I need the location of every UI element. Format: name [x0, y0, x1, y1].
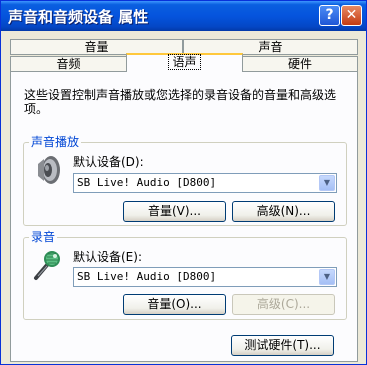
- playback-device-value: SB Live! Audio [D800]: [77, 176, 217, 189]
- close-button[interactable]: ✕: [341, 5, 362, 26]
- playback-group-title: 声音播放: [29, 135, 82, 149]
- tab-audio[interactable]: 音频: [10, 56, 127, 72]
- recording-device-label: 默认设备(E):: [73, 250, 142, 264]
- recording-device-select[interactable]: SB Live! Audio [D800] ▼: [73, 267, 337, 287]
- microphone-icon: [34, 251, 60, 280]
- voice-tab-panel: 这些设置控制声音播放或您选择的录音设备的音量和高级选项。 声音播放 默认设备(D…: [10, 71, 358, 362]
- recording-group-title: 录音: [29, 230, 58, 244]
- chevron-down-icon: ▼: [323, 272, 331, 281]
- test-hardware-button[interactable]: 测试硬件(T)...: [231, 335, 334, 356]
- title-bar[interactable]: 声音和音频设备 属性 ? ✕: [1, 1, 366, 31]
- tab-voice-label: 语声: [168, 54, 201, 70]
- help-button[interactable]: ?: [319, 5, 340, 26]
- tab-sounds-label: 声音: [258, 40, 283, 54]
- speaker-icon: [38, 156, 60, 184]
- tab-hardware-label: 硬件: [287, 57, 312, 71]
- recording-group: 录音 默认设备(E): SB Live! Audio [D800] ▼ 音量(O…: [23, 230, 347, 320]
- playback-dropdown-button[interactable]: ▼: [319, 175, 335, 191]
- tab-hardware[interactable]: 硬件: [242, 56, 358, 72]
- recording-device-value: SB Live! Audio [D800]: [77, 270, 217, 283]
- tab-voice[interactable]: 语声: [126, 53, 243, 72]
- recording-dropdown-button[interactable]: ▼: [319, 269, 335, 285]
- playback-device-select[interactable]: SB Live! Audio [D800] ▼: [73, 173, 337, 193]
- properties-window: 声音和音频设备 属性 ? ✕ 音量 声音 音频 语声 硬件 这些设置控制声音播放…: [0, 0, 367, 365]
- close-icon: ✕: [345, 7, 358, 23]
- help-icon: ?: [325, 7, 334, 23]
- recording-advanced-button: 高级(C)...: [232, 294, 335, 315]
- tab-audio-label: 音频: [56, 57, 81, 71]
- description-text: 这些设置控制声音播放或您选择的录音设备的音量和高级选项。: [24, 88, 337, 116]
- chevron-down-icon: ▼: [323, 178, 331, 187]
- playback-volume-button[interactable]: 音量(V)...: [123, 201, 226, 222]
- playback-group: 声音播放 默认设备(D): SB Live! Audio [D800] ▼ 音量…: [23, 135, 347, 226]
- playback-device-label: 默认设备(D):: [73, 155, 144, 169]
- window-title: 声音和音频设备 属性: [8, 8, 149, 26]
- tab-volume-label: 音量: [84, 40, 109, 54]
- recording-volume-button[interactable]: 音量(O)...: [123, 294, 226, 315]
- playback-advanced-button[interactable]: 高级(N)...: [232, 201, 335, 222]
